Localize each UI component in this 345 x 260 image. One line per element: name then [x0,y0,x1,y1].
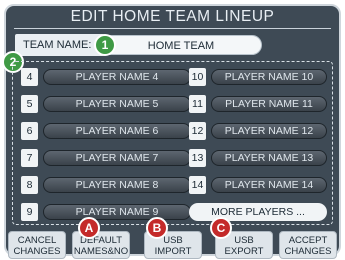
player-name-field[interactable]: PLAYER NAME 12 [211,123,327,139]
button-label-line2: CHANGES [13,246,61,257]
more-players-button[interactable]: MORE PLAYERS ... [189,203,327,221]
player-name-field[interactable]: PLAYER NAME 9 [43,204,191,220]
player-number: 9 [21,203,38,221]
page-title: EDIT HOME TEAM LINEUP [70,8,275,25]
player-name-field[interactable]: PLAYER NAME 6 [43,123,191,139]
callout-c-badge: C [210,217,232,239]
player-name-field[interactable]: PLAYER NAME 7 [43,150,191,166]
cancel-changes-button[interactable]: CANCEL CHANGES [8,231,66,259]
callout-b-badge: B [146,217,168,239]
player-list-area [12,61,333,225]
button-label-line2: CHANGES [284,246,332,257]
player-number: 5 [21,95,38,113]
callout-a-badge: A [78,217,100,239]
accept-changes-button[interactable]: ACCEPT CHANGES [279,231,337,259]
player-number: 6 [21,122,38,140]
player-name-field[interactable]: PLAYER NAME 10 [211,69,327,85]
team-name-input[interactable]: HOME TEAM [100,35,262,55]
title-divider [14,28,331,29]
player-number: 14 [189,176,206,194]
player-name-field[interactable]: PLAYER NAME 5 [43,96,191,112]
callout-1-badge: 1 [94,34,116,56]
button-label-line2: NAMES&NO [73,246,129,257]
player-number: 11 [189,95,206,113]
player-number: 10 [189,68,206,86]
player-number: 13 [189,149,206,167]
player-name-field[interactable]: PLAYER NAME 8 [43,177,191,193]
player-name-field[interactable]: PLAYER NAME 13 [211,150,327,166]
player-name-field[interactable]: PLAYER NAME 11 [211,96,327,112]
player-number: 8 [21,176,38,194]
player-name-field[interactable]: PLAYER NAME 14 [211,177,327,193]
player-number: 12 [189,122,206,140]
player-number: 4 [21,68,38,86]
button-label-line1: CANCEL [17,235,57,246]
player-number: 7 [21,149,38,167]
button-label-line2: IMPORT [154,246,192,257]
button-label-line1: ACCEPT [288,235,328,246]
button-label-line2: EXPORT [224,246,264,257]
player-name-field[interactable]: PLAYER NAME 4 [43,69,191,85]
